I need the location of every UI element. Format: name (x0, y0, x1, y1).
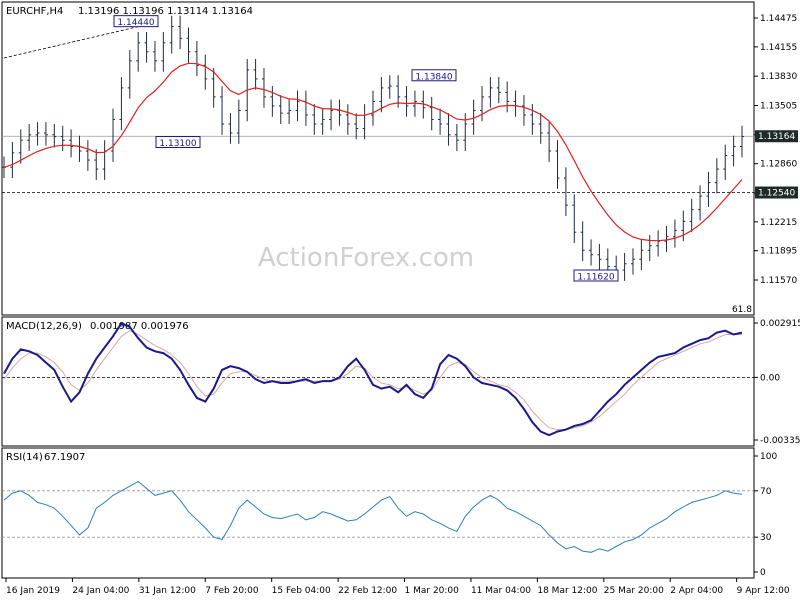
price-axis: 1.144751.141551.138301.135051.131801.128… (754, 14, 798, 286)
time-tick-label: 7 Feb 20:00 (205, 586, 259, 596)
rsi-tick-label: 70 (760, 487, 772, 497)
price-tick-label: 1.13830 (760, 72, 797, 82)
rsi-values: 67.1907 (44, 452, 85, 463)
price-header-symbol: EURCHF,H4 (6, 6, 63, 17)
time-axis: 16 Jan 2019 24 Jan 04:00 31 Jan 12:00 7 Feb… (5, 578, 790, 596)
rsi-pane-frame (1, 447, 755, 579)
time-tick-label: 2 Apr 04:00 (670, 586, 723, 596)
price-tick-label: 1.13505 (760, 101, 797, 111)
price-tick-label: 1.11895 (760, 247, 797, 257)
rsi-axis: 100 70 30 0 (754, 452, 777, 578)
price-tick-label: 1.14475 (760, 14, 797, 24)
time-tick-label: 24 Jan 04:00 (72, 586, 129, 596)
macd-axis: 0.002915 0.00 -0.003357 (754, 319, 800, 446)
price-tick-label: 1.11570 (760, 276, 797, 286)
rsi-levels (2, 490, 754, 538)
annotation-label: 1.13840 (415, 72, 452, 82)
macd-tick-label: 0.002915 (760, 319, 800, 329)
time-tick-label: 11 Mar 04:00 (471, 586, 531, 596)
rsi-title: RSI(14) (6, 452, 43, 463)
time-tick-label: 1 Mar 20:00 (405, 586, 460, 596)
rsi-tick-label: 100 (760, 452, 777, 462)
price-tick-label: 1.12860 (760, 160, 797, 170)
time-tick-label: 9 Apr 12:00 (737, 586, 790, 596)
price-bars (2, 15, 744, 281)
chart-window: ActionForex.com EURCHF,H4 1.13196 1.1319… (0, 0, 800, 600)
price-header-ohlc: 1.13196 1.13196 1.13114 1.13164 (78, 6, 253, 17)
macd-values: 0.001987 0.001976 (90, 321, 189, 332)
time-tick-label: 22 Feb 12:00 (338, 586, 397, 596)
chart-canvas: ActionForex.com EURCHF,H4 1.13196 1.1319… (1, 1, 800, 596)
rsi-line (3, 480, 743, 553)
macd-tick-label: 0.00 (760, 373, 780, 383)
rsi-tick-label: 0 (760, 568, 766, 578)
annotation-label: 1.11620 (577, 272, 614, 282)
fib-label: 61.8 (732, 305, 752, 315)
time-tick-label: 25 Mar 20:00 (604, 586, 664, 596)
price-tick-label: 1.14155 (760, 43, 797, 53)
rsi-tick-label: 30 (760, 533, 772, 543)
time-tick-label: 15 Feb 04:00 (272, 586, 331, 596)
time-tick-label: 31 Jan 12:00 (139, 586, 196, 596)
last-price-tag: 1.13164 (758, 132, 795, 142)
macd-main-line (3, 322, 743, 437)
moving-average-line (3, 62, 743, 242)
macd-pane-frame (1, 316, 755, 447)
annotation-label: 1.14440 (117, 18, 154, 28)
macd-tick-label: -0.003357 (760, 436, 800, 446)
macd-title: MACD(12,26,9) (6, 321, 82, 332)
support-level-tag: 1.12540 (758, 189, 795, 199)
watermark: ActionForex.com (258, 243, 474, 273)
annotation-label: 1.13100 (159, 139, 196, 149)
price-tick-label: 1.12215 (760, 218, 797, 228)
time-tick-label: 18 Mar 12:00 (537, 586, 597, 596)
time-tick-label: 16 Jan 2019 (6, 586, 60, 596)
